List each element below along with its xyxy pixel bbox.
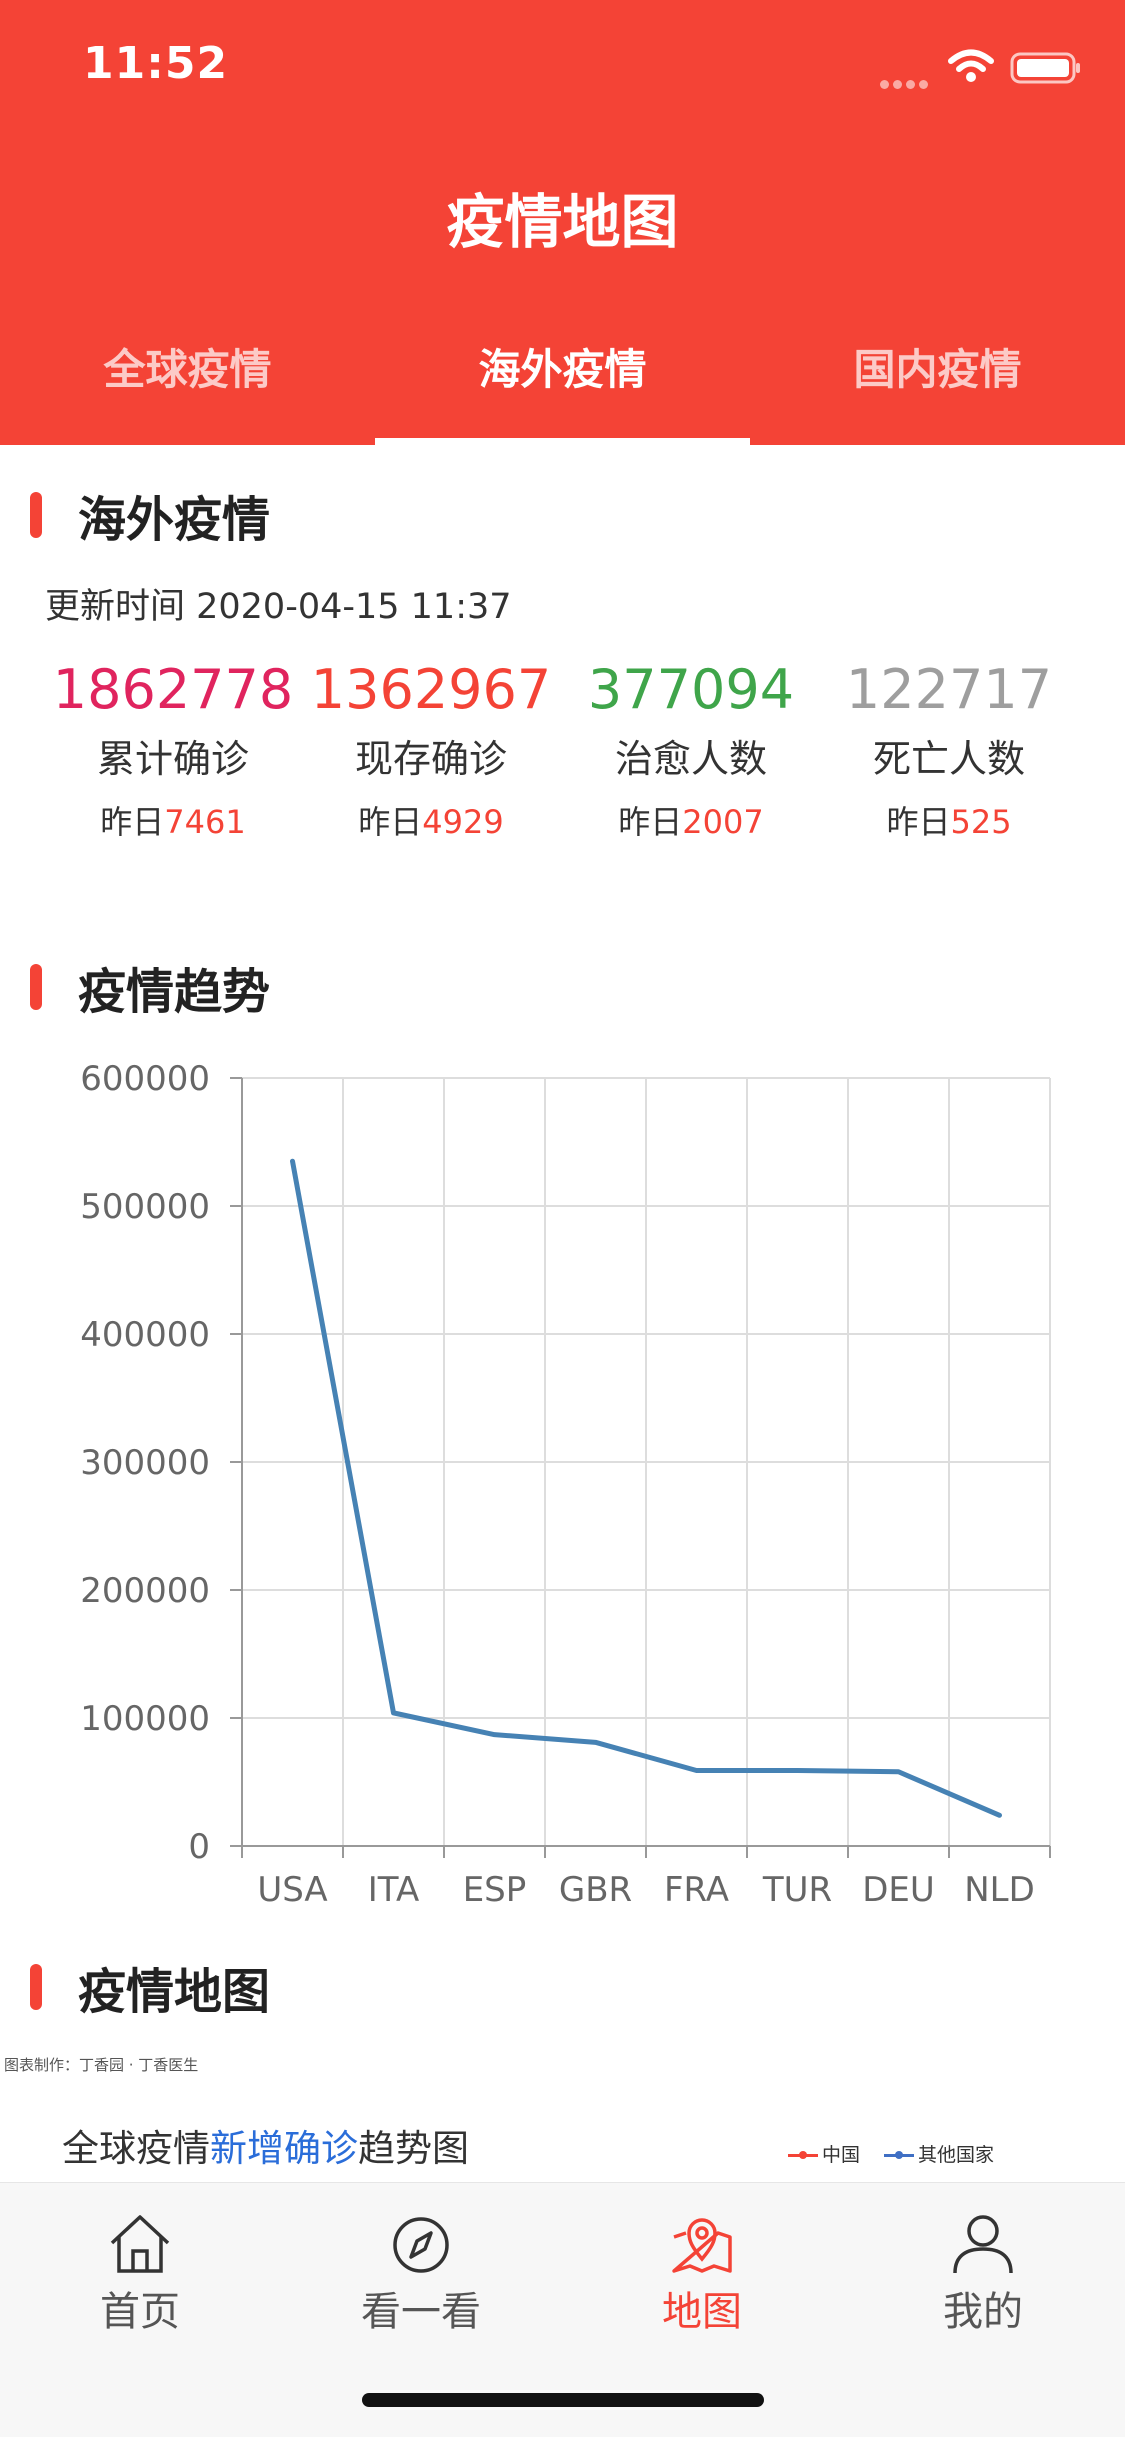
battery-icon — [1010, 52, 1082, 84]
map-pin-icon — [668, 2211, 736, 2275]
stat-label: 累计确诊 — [44, 733, 302, 785]
x-tick-label: ESP — [463, 1870, 527, 1910]
update-time: 更新时间 2020-04-15 11:37 — [45, 578, 512, 629]
tabbar-home[interactable]: 首页 — [40, 2211, 240, 2337]
stat-yesterday: 昨日2007 — [562, 797, 820, 843]
y-tick-label: 500000 — [80, 1187, 210, 1227]
x-tick-label: DEU — [862, 1870, 935, 1910]
y-tick-label: 300000 — [80, 1443, 210, 1483]
x-tick-label: ITA — [368, 1870, 419, 1910]
y-tick-label: 400000 — [80, 1315, 210, 1355]
page-title: 疫情地图 — [0, 175, 1125, 259]
tabbar-profile[interactable]: 我的 — [883, 2211, 1083, 2337]
user-icon — [949, 2211, 1017, 2275]
x-tick-label: FRA — [664, 1870, 729, 1910]
wifi-icon — [948, 48, 994, 84]
tab-overseas[interactable]: 海外疫情 — [375, 330, 750, 445]
x-tick-label: USA — [257, 1870, 327, 1910]
map-caption: 全球疫情新增确诊趋势图 — [62, 2118, 469, 2172]
section-marker — [30, 492, 42, 538]
top-tabs: 全球疫情 海外疫情 国内疫情 — [0, 330, 1125, 445]
section-trend-title: 疫情趋势 — [78, 952, 270, 1022]
section-marker — [30, 1964, 42, 2010]
y-tick-label: 100000 — [80, 1699, 210, 1739]
stat-value: 1862778 — [44, 655, 302, 725]
stat-yesterday: 昨日7461 — [44, 797, 302, 843]
stat-yesterday: 昨日4929 — [302, 797, 560, 843]
y-tick-label: 0 — [188, 1827, 210, 1867]
stat-current-confirmed: 1362967 现存确诊 昨日4929 — [302, 655, 560, 843]
active-tab-indicator — [375, 438, 750, 445]
chart-credit: 图表制作：丁香园 · 丁香医生 — [4, 2054, 198, 2075]
y-tick-label: 600000 — [80, 1059, 210, 1099]
stat-yesterday: 昨日525 — [820, 797, 1078, 843]
stat-value: 377094 — [562, 655, 820, 725]
stat-label: 现存确诊 — [302, 733, 560, 785]
compass-icon — [387, 2211, 455, 2275]
legend-other: 其他国家 — [884, 2140, 994, 2167]
signal-icon — [880, 74, 932, 93]
stat-label: 治愈人数 — [562, 733, 820, 785]
x-tick-label: GBR — [559, 1870, 632, 1910]
home-indicator — [362, 2393, 764, 2407]
tabbar-map[interactable]: 地图 — [602, 2211, 802, 2337]
stat-label: 死亡人数 — [820, 733, 1078, 785]
x-tick-label: TUR — [762, 1870, 832, 1910]
stat-value: 122717 — [820, 655, 1078, 725]
section-overseas-title: 海外疫情 — [78, 480, 270, 550]
section-marker — [30, 964, 42, 1010]
x-tick-label: NLD — [964, 1870, 1035, 1910]
tab-domestic[interactable]: 国内疫情 — [750, 330, 1125, 445]
tabbar-label: 看一看 — [321, 2279, 521, 2337]
tab-global[interactable]: 全球疫情 — [0, 330, 375, 445]
status-time: 11:52 — [83, 38, 228, 89]
tabbar-label: 首页 — [40, 2279, 240, 2337]
tabbar-label: 地图 — [602, 2279, 802, 2337]
section-map-title: 疫情地图 — [78, 1952, 270, 2022]
home-icon — [106, 2211, 174, 2275]
y-tick-label: 200000 — [80, 1571, 210, 1611]
stat-recovered: 377094 治愈人数 昨日2007 — [562, 655, 820, 843]
trend-line-chart: 0 100000 200000 300000 400000 500000 600000 USA… — [0, 1040, 1125, 1920]
legend-china: 中国 — [788, 2140, 860, 2167]
stat-value: 1362967 — [302, 655, 560, 725]
stat-deaths: 122717 死亡人数 昨日525 — [820, 655, 1078, 843]
tabbar-label: 我的 — [883, 2279, 1083, 2337]
app-header: 11:52 疫情地图 全球疫情 海外疫情 国内疫情 — [0, 0, 1125, 445]
stat-total-confirmed: 1862778 累计确诊 昨日7461 — [44, 655, 302, 843]
tabbar-explore[interactable]: 看一看 — [321, 2211, 521, 2337]
